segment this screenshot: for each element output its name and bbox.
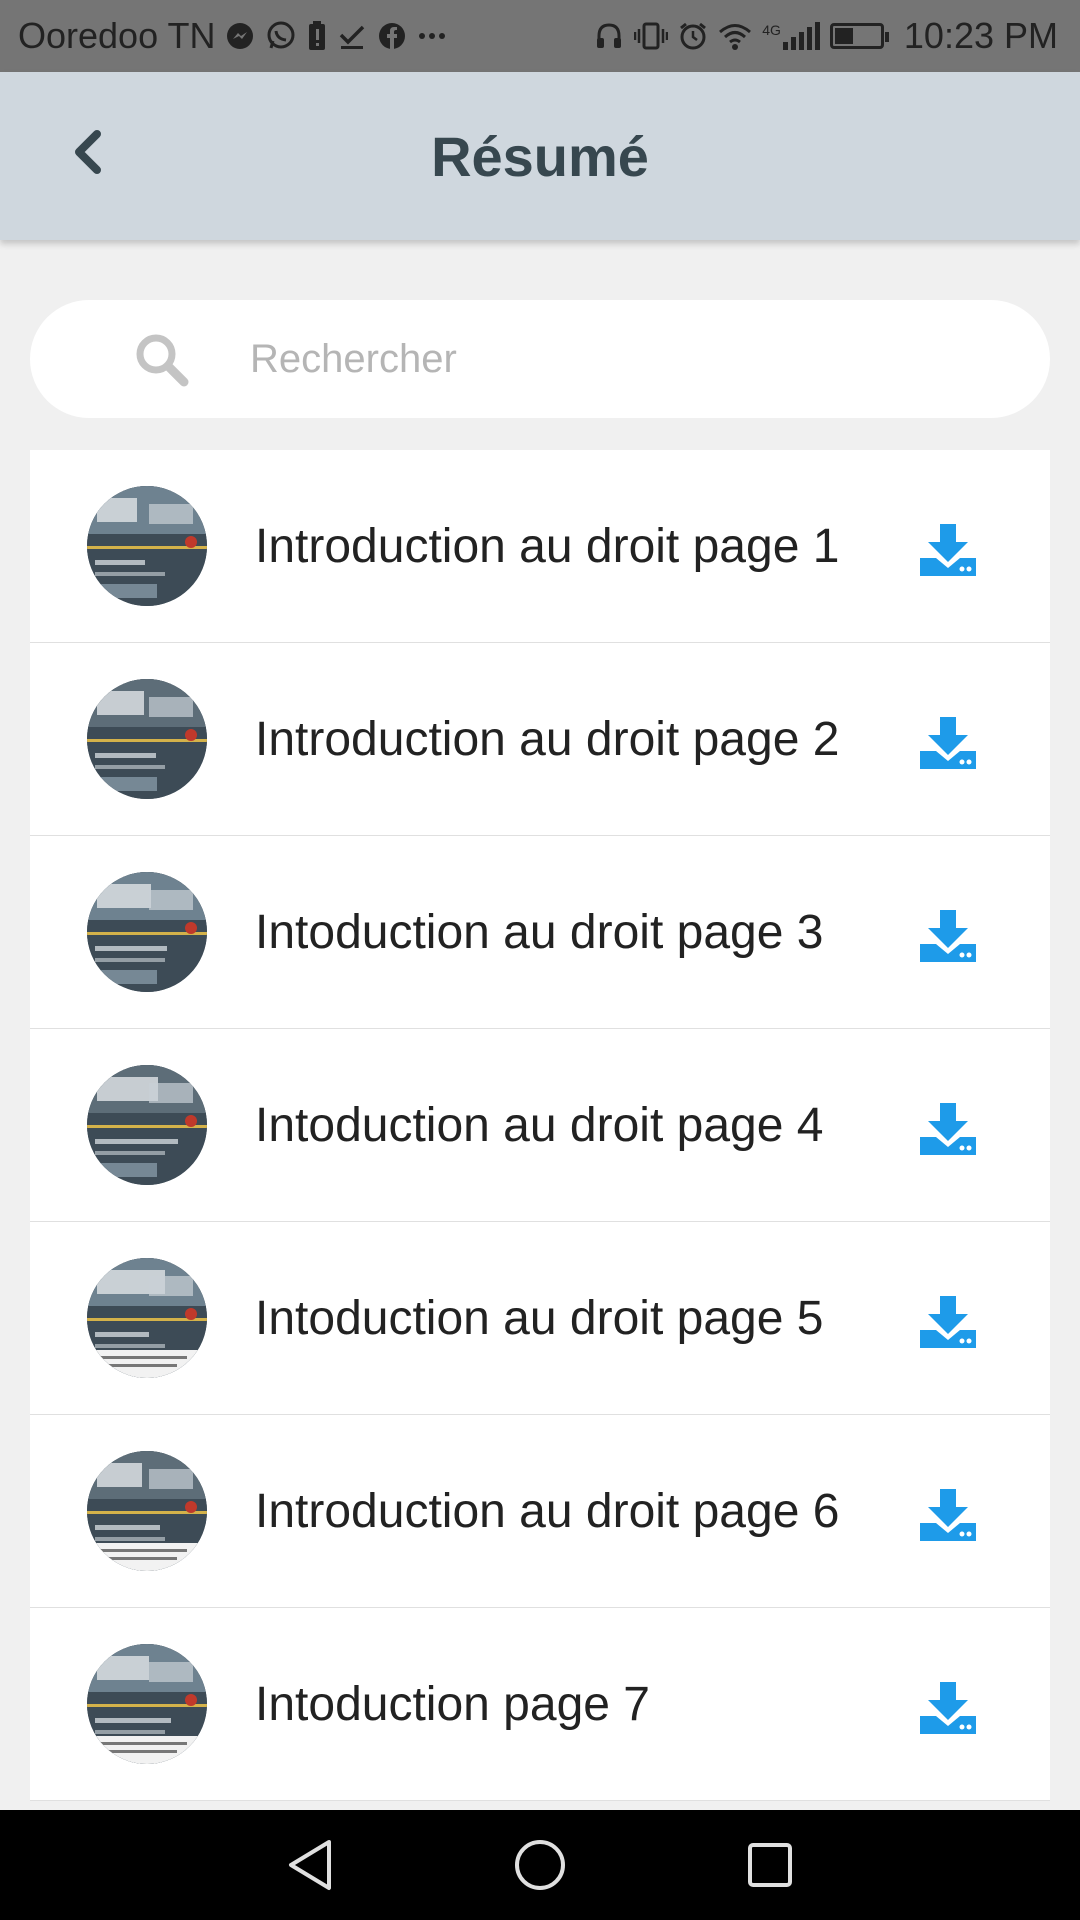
system-nav-bar bbox=[0, 1810, 1080, 1920]
download-icon bbox=[920, 524, 976, 576]
download-icon bbox=[920, 1489, 976, 1541]
battery-alert-icon bbox=[307, 20, 327, 52]
alarm-icon bbox=[678, 21, 708, 51]
download-button[interactable] bbox=[918, 522, 978, 578]
network-type-label: 4G bbox=[762, 22, 781, 38]
messenger-icon bbox=[225, 21, 255, 51]
check-download-icon bbox=[337, 21, 367, 51]
slide-thumbnail bbox=[87, 1065, 207, 1185]
list-item[interactable]: Intoduction au droit page 4 bbox=[30, 1029, 1050, 1222]
signal-icon: 4G bbox=[762, 22, 820, 50]
wifi-icon bbox=[718, 21, 752, 51]
carrier-name: Ooredoo TN bbox=[18, 15, 216, 56]
vibrate-icon bbox=[634, 21, 669, 51]
page-title: Résumé bbox=[431, 125, 649, 188]
slide-thumbnail bbox=[87, 1258, 207, 1378]
item-title: Intoduction page 7 bbox=[255, 1678, 650, 1731]
search-input[interactable] bbox=[250, 330, 1010, 388]
battery-icon bbox=[829, 23, 889, 49]
item-title: Introduction au droit page 2 bbox=[255, 713, 840, 766]
home-circle-icon bbox=[515, 1840, 565, 1890]
slide-thumbnail bbox=[87, 486, 207, 606]
download-button[interactable] bbox=[918, 908, 978, 964]
download-button[interactable] bbox=[918, 1294, 978, 1350]
more-icon bbox=[417, 31, 447, 41]
nav-home-button[interactable] bbox=[510, 1835, 570, 1895]
status-bar: Ooredoo TN 4G 10:23 PM bbox=[0, 0, 1080, 72]
item-title: Intoduction au droit page 4 bbox=[255, 1099, 824, 1152]
list-item[interactable]: Introduction au droit page 6 bbox=[30, 1415, 1050, 1608]
slide-thumbnail bbox=[87, 872, 207, 992]
recents-square-icon bbox=[748, 1843, 792, 1887]
item-title: Intoduction au droit page 5 bbox=[255, 1292, 824, 1345]
clock: 10:23 PM bbox=[903, 15, 1058, 56]
download-icon bbox=[920, 1103, 976, 1155]
download-icon bbox=[920, 1296, 976, 1348]
battery-level bbox=[834, 28, 853, 44]
list-item[interactable]: Introduction au droit page 2 bbox=[30, 643, 1050, 836]
app-header: Résumé bbox=[0, 72, 1080, 240]
status-left: Ooredoo TN bbox=[18, 15, 447, 57]
list-item[interactable]: Intoduction au droit page 5 bbox=[30, 1222, 1050, 1415]
headphones-icon bbox=[594, 21, 624, 51]
download-button[interactable] bbox=[918, 1487, 978, 1543]
search-bar[interactable] bbox=[30, 300, 1050, 418]
item-title: Introduction au droit page 6 bbox=[255, 1485, 840, 1538]
download-button[interactable] bbox=[918, 1101, 978, 1157]
slide-thumbnail bbox=[87, 1644, 207, 1764]
list-item[interactable]: Intoduction au droit page 3 bbox=[30, 836, 1050, 1029]
facebook-icon bbox=[377, 21, 407, 51]
item-title: Introduction au droit page 1 bbox=[255, 520, 840, 573]
whatsapp-icon bbox=[265, 20, 297, 52]
status-right: 4G 10:23 PM bbox=[594, 15, 1058, 57]
download-button[interactable] bbox=[918, 1680, 978, 1736]
nav-recents-button[interactable] bbox=[740, 1835, 800, 1895]
list-item[interactable]: Intoduction page 7 bbox=[30, 1608, 1050, 1801]
slide-thumbnail bbox=[87, 1451, 207, 1571]
search-icon bbox=[136, 334, 189, 387]
item-title: Intoduction au droit page 3 bbox=[255, 906, 824, 959]
nav-back-button[interactable] bbox=[280, 1835, 340, 1895]
download-icon bbox=[920, 717, 976, 769]
resume-list: Introduction au droit page 1 Introductio… bbox=[30, 450, 1050, 1801]
download-icon bbox=[920, 1682, 976, 1734]
back-triangle-icon bbox=[289, 1840, 331, 1890]
slide-thumbnail bbox=[87, 679, 207, 799]
list-item[interactable]: Introduction au droit page 1 bbox=[30, 450, 1050, 643]
download-icon bbox=[920, 910, 976, 962]
download-button[interactable] bbox=[918, 715, 978, 771]
